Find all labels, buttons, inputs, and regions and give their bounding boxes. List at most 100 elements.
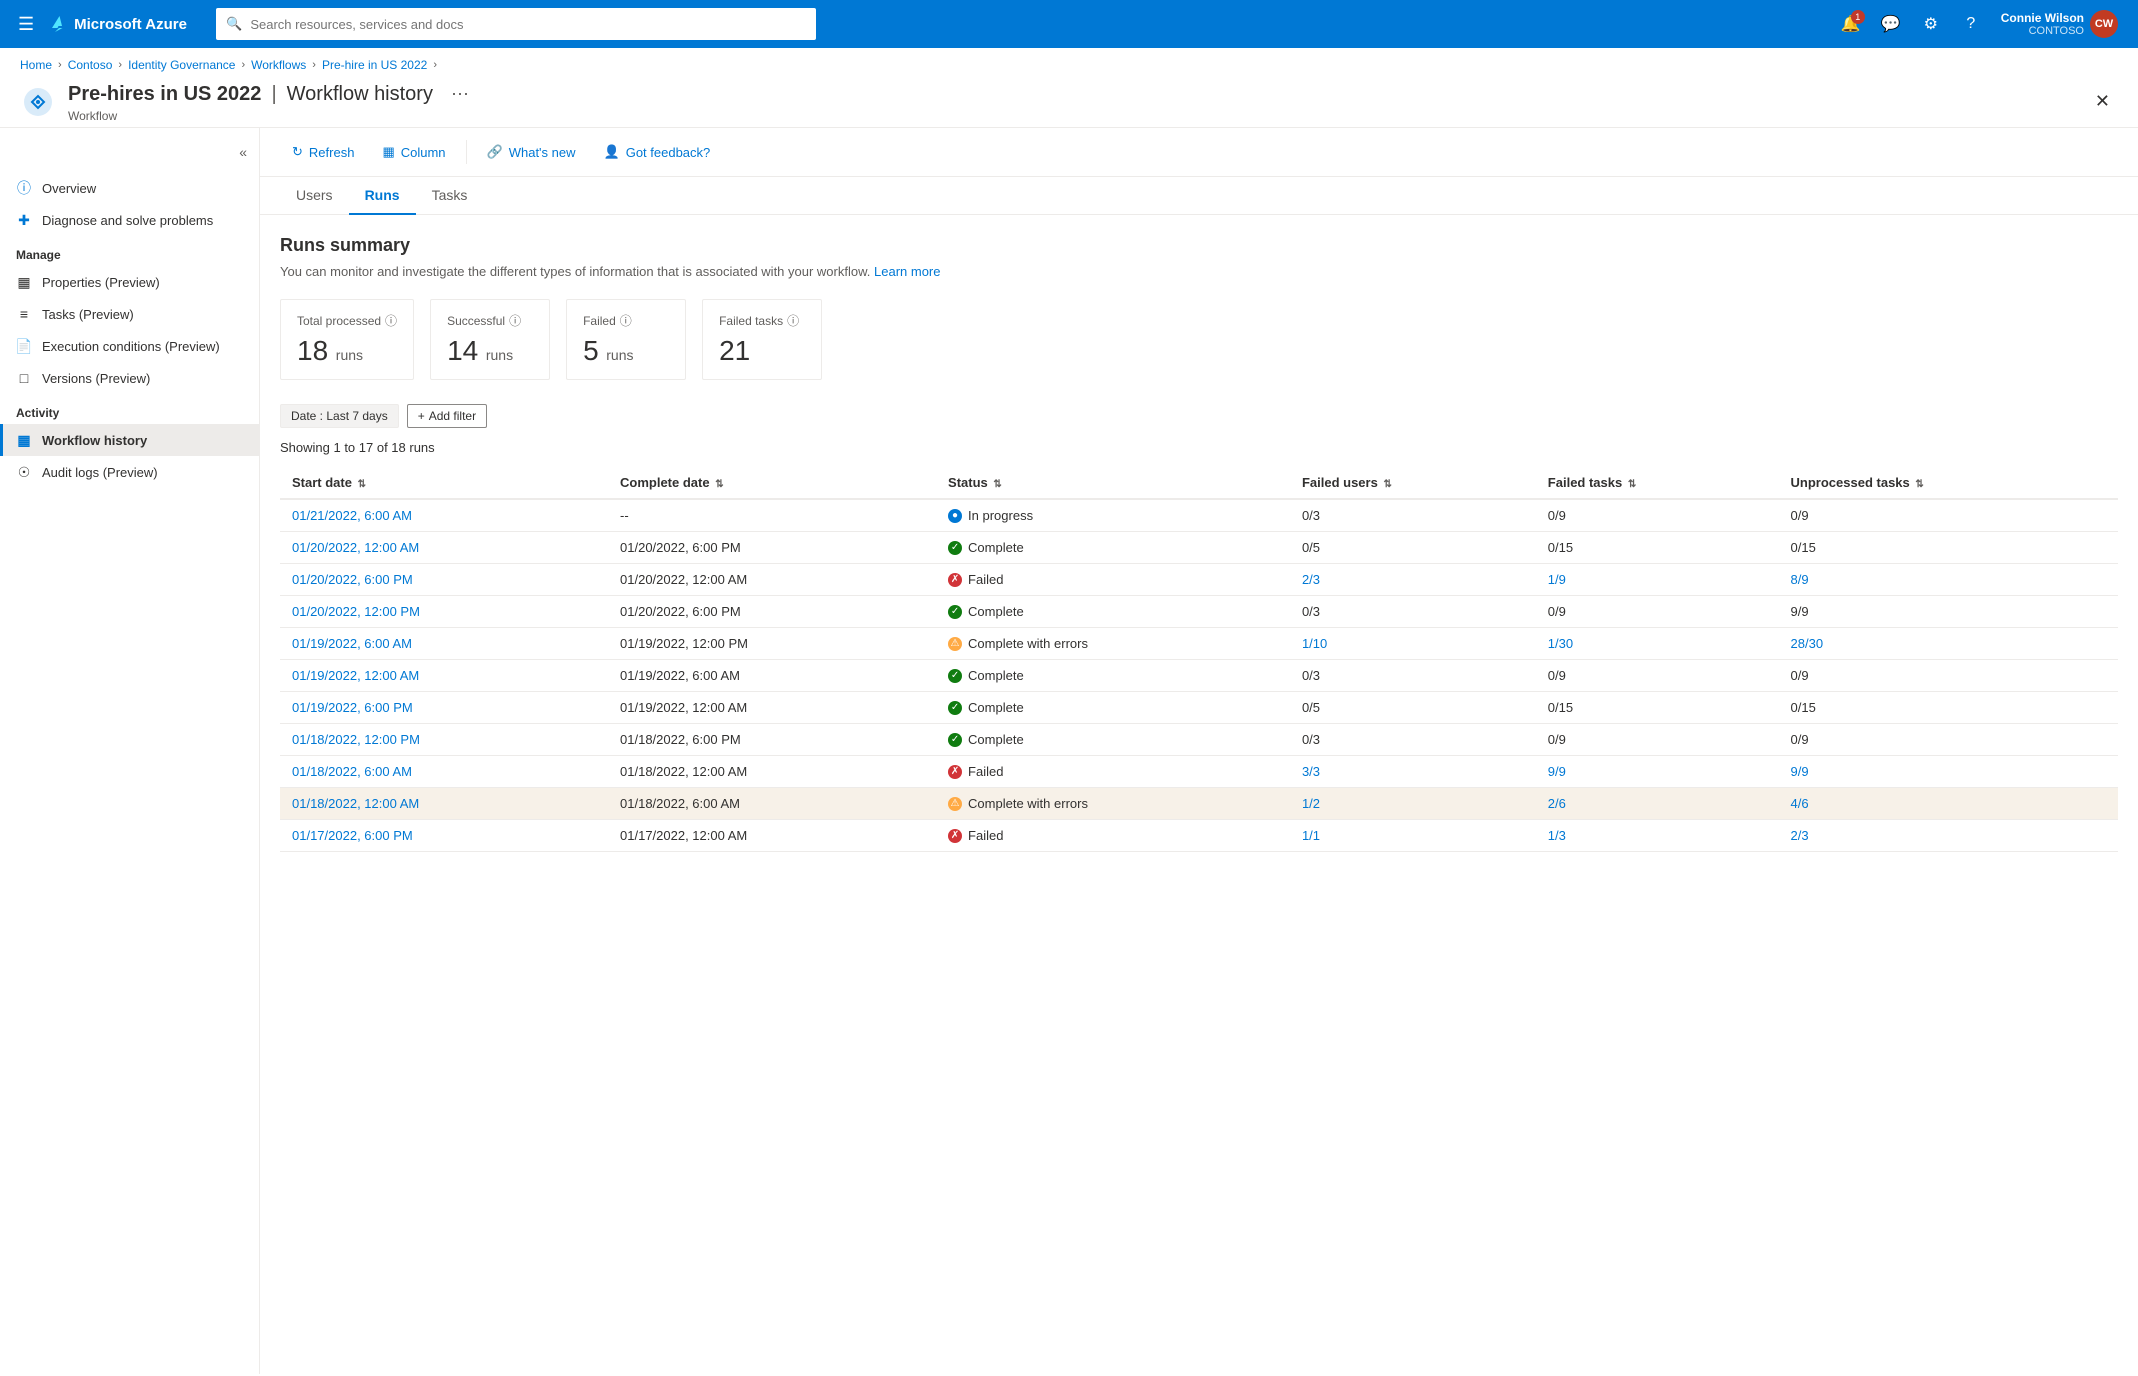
- start-date-link[interactable]: 01/20/2022, 12:00 AM: [292, 540, 419, 555]
- sidebar-activity-label: Activity: [0, 394, 259, 424]
- td-failed-tasks: 0/9: [1536, 660, 1779, 692]
- td-complete-date: 01/18/2022, 12:00 AM: [608, 756, 936, 788]
- td-unprocessed: 0/15: [1779, 532, 2118, 564]
- feedback-icon[interactable]: 💬: [1873, 6, 1909, 42]
- learn-more-link[interactable]: Learn more: [874, 264, 940, 279]
- sidebar-item-diagnose[interactable]: ✚ Diagnose and solve problems: [0, 204, 259, 236]
- feedback-button[interactable]: 👤 Got feedback?: [592, 138, 723, 166]
- start-date-link[interactable]: 01/18/2022, 6:00 AM: [292, 764, 412, 779]
- status-icon: ✗: [948, 765, 962, 779]
- tab-users[interactable]: Users: [280, 177, 349, 215]
- failed-users-value: 0/3: [1302, 508, 1320, 523]
- failed-tasks-link[interactable]: 1/3: [1548, 828, 1566, 843]
- td-start-date: 01/19/2022, 6:00 PM: [280, 692, 608, 724]
- start-date-link[interactable]: 01/20/2022, 6:00 PM: [292, 572, 413, 587]
- settings-icon[interactable]: ⚙: [1913, 6, 1949, 42]
- breadcrumb-contoso[interactable]: Contoso: [68, 58, 113, 72]
- td-complete-date: 01/20/2022, 6:00 PM: [608, 596, 936, 628]
- status-text: Failed: [968, 572, 1003, 587]
- search-input[interactable]: [250, 17, 806, 32]
- th-failed-tasks[interactable]: Failed tasks ⇅: [1536, 467, 1779, 499]
- th-failed-users[interactable]: Failed users ⇅: [1290, 467, 1536, 499]
- td-status: ⚠ Complete with errors: [936, 628, 1290, 660]
- failed-users-link[interactable]: 1/2: [1302, 796, 1320, 811]
- breadcrumb-prehire[interactable]: Pre-hire in US 2022: [322, 58, 427, 72]
- search-bar[interactable]: 🔍: [216, 8, 816, 40]
- start-date-link[interactable]: 01/21/2022, 6:00 AM: [292, 508, 412, 523]
- breadcrumb-workflows[interactable]: Workflows: [251, 58, 306, 72]
- failed-tasks-link[interactable]: 2/6: [1548, 796, 1566, 811]
- sidebar-item-workflow-history[interactable]: ▦ Workflow history: [0, 424, 259, 456]
- feedback-label: Got feedback?: [626, 145, 711, 160]
- td-start-date: 01/18/2022, 6:00 AM: [280, 756, 608, 788]
- content-area: ↻ Refresh ▦ Column 🔗 What's new 👤 Got fe…: [260, 128, 2138, 1374]
- failed-tasks-link[interactable]: 1/30: [1548, 636, 1573, 651]
- start-date-link[interactable]: 01/17/2022, 6:00 PM: [292, 828, 413, 843]
- sidebar-item-execution[interactable]: 📄 Execution conditions (Preview): [0, 330, 259, 362]
- th-start-date[interactable]: Start date ⇅: [280, 467, 608, 499]
- th-complete-date[interactable]: Complete date ⇅: [608, 467, 936, 499]
- user-menu[interactable]: Connie Wilson CONTOSO CW: [1993, 6, 2126, 42]
- sidebar-item-tasks[interactable]: ≡ Tasks (Preview): [0, 298, 259, 330]
- start-date-link[interactable]: 01/19/2022, 12:00 AM: [292, 668, 419, 683]
- sidebar-item-overview[interactable]: ⓘ Overview: [0, 172, 259, 204]
- failed-users-link[interactable]: 1/1: [1302, 828, 1320, 843]
- column-button[interactable]: ▦ Column: [370, 138, 457, 166]
- unprocessed-link[interactable]: 4/6: [1791, 796, 1809, 811]
- sidebar-collapse-btn[interactable]: «: [235, 140, 251, 164]
- start-date-link[interactable]: 01/20/2022, 12:00 PM: [292, 604, 420, 619]
- failed-users-value: 0/5: [1302, 540, 1320, 555]
- status-text: Complete with errors: [968, 796, 1088, 811]
- failed-users-link[interactable]: 1/10: [1302, 636, 1327, 651]
- successful-info-icon[interactable]: ⓘ: [509, 312, 521, 329]
- failed-users-link[interactable]: 2/3: [1302, 572, 1320, 587]
- header-more-menu[interactable]: ⋯: [443, 80, 477, 109]
- sidebar-item-versions[interactable]: □ Versions (Preview): [0, 362, 259, 394]
- sidebar-item-properties[interactable]: ▦ Properties (Preview): [0, 266, 259, 298]
- start-date-link[interactable]: 01/19/2022, 6:00 PM: [292, 700, 413, 715]
- td-status: ✓ Complete: [936, 724, 1290, 756]
- td-failed-users: 1/2: [1290, 788, 1536, 820]
- failed-tasks-value: 0/9: [1548, 604, 1566, 619]
- breadcrumb-home[interactable]: Home: [20, 58, 52, 72]
- sidebar-item-audit-logs[interactable]: ☉ Audit logs (Preview): [0, 456, 259, 488]
- hamburger-menu[interactable]: ☰: [12, 8, 40, 41]
- failed-tasks-link[interactable]: 1/9: [1548, 572, 1566, 587]
- user-org: CONTOSO: [2001, 25, 2084, 37]
- page-divider: |: [271, 83, 276, 106]
- table-row: 01/17/2022, 6:00 PM 01/17/2022, 12:00 AM…: [280, 820, 2118, 852]
- breadcrumb-identity-governance[interactable]: Identity Governance: [128, 58, 235, 72]
- start-date-link[interactable]: 01/18/2022, 12:00 AM: [292, 796, 419, 811]
- failed-users-link[interactable]: 3/3: [1302, 764, 1320, 779]
- tab-tasks[interactable]: Tasks: [416, 177, 484, 215]
- add-filter-button[interactable]: + Add filter: [407, 404, 487, 428]
- help-icon[interactable]: ?: [1953, 6, 1989, 42]
- close-button[interactable]: ✕: [2087, 87, 2118, 116]
- date-filter-tag[interactable]: Date : Last 7 days: [280, 404, 399, 428]
- unprocessed-link[interactable]: 2/3: [1791, 828, 1809, 843]
- th-status[interactable]: Status ⇅: [936, 467, 1290, 499]
- unprocessed-value: 0/9: [1791, 732, 1809, 747]
- unprocessed-link[interactable]: 9/9: [1791, 764, 1809, 779]
- failed-info-icon[interactable]: ⓘ: [620, 312, 632, 329]
- sidebar-collapse-section: «: [0, 136, 259, 172]
- toolbar: ↻ Refresh ▦ Column 🔗 What's new 👤 Got fe…: [260, 128, 2138, 177]
- whats-new-button[interactable]: 🔗 What's new: [475, 138, 588, 166]
- workflow-history-icon: ▦: [16, 432, 32, 448]
- status-icon: ✓: [948, 669, 962, 683]
- failed-tasks-link[interactable]: 9/9: [1548, 764, 1566, 779]
- failed-tasks-info-icon[interactable]: ⓘ: [787, 312, 799, 329]
- unprocessed-link[interactable]: 28/30: [1791, 636, 1824, 651]
- card-failed-value: 5 runs: [583, 335, 669, 367]
- start-date-link[interactable]: 01/18/2022, 12:00 PM: [292, 732, 420, 747]
- start-date-link[interactable]: 01/19/2022, 6:00 AM: [292, 636, 412, 651]
- notifications-icon[interactable]: 🔔 1: [1833, 6, 1869, 42]
- unprocessed-link[interactable]: 8/9: [1791, 572, 1809, 587]
- th-unprocessed[interactable]: Unprocessed tasks ⇅: [1779, 467, 2118, 499]
- status-text: Complete: [968, 604, 1024, 619]
- refresh-button[interactable]: ↻ Refresh: [280, 138, 366, 166]
- td-failed-users: 3/3: [1290, 756, 1536, 788]
- total-info-icon[interactable]: ⓘ: [385, 312, 397, 329]
- tab-runs[interactable]: Runs: [349, 177, 416, 215]
- breadcrumb: Home › Contoso › Identity Governance › W…: [0, 48, 2138, 72]
